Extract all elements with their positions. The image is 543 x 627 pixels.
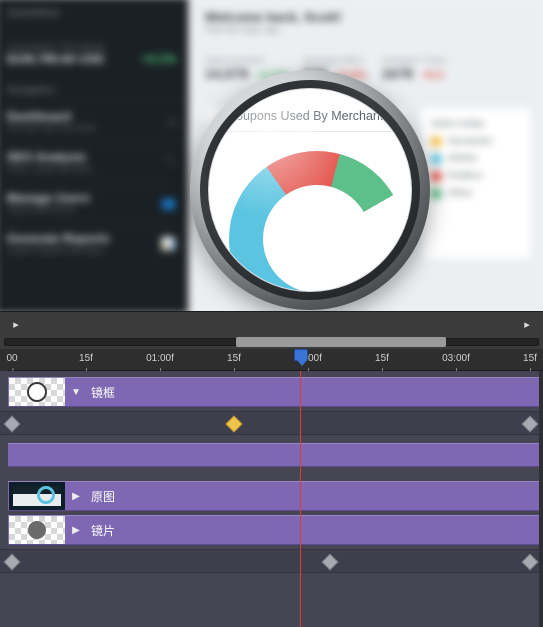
player-scrollbar-thumb[interactable] [236,337,446,347]
keyframe-row[interactable] [0,411,543,435]
ruler-tick: 15f [79,353,93,364]
welcome-title: Welcome back, Scott! [205,9,532,24]
card-title: Coupons Used By Merchant [227,109,393,123]
stat-value: 1678 [381,65,413,81]
ruler-tick: 01:00f [146,353,174,364]
player-next-button[interactable]: ▸ [515,318,539,336]
ruler-tick: 15f [227,353,241,364]
layer-name: 镜片 [83,522,123,539]
legend-item: Other [447,188,473,199]
layer-name: 镜框 [83,384,123,401]
tracks-scrollbar[interactable] [539,371,543,627]
chart-icon: 〽 [164,153,176,170]
legend-item: Redbox [447,170,482,181]
nav-title: Dashboard [7,109,96,123]
panel-right: Sales today Symantec Adobe Redbox Other [420,107,532,260]
timeline-panel: 00 15f 01:00f 15f 02:00f 15f 03:00f 15f ▼ 镜框 ▶ … [0,349,543,627]
nav-heading: Navigation [0,74,188,100]
time-ruler[interactable]: 00 15f 01:00f 15f 02:00f 15f 03:00f 15f [0,349,543,371]
keyframe-diamond-active[interactable] [226,416,243,433]
magnifier-glass: Coupons Used By Merchant [208,88,412,292]
nav-item-users: Manage UsersTeams And Access 👥 [0,182,188,223]
report-icon: 📊 [161,236,176,250]
layer-thumb [9,378,65,406]
nav-item-reports: Generate ReportsCustom Reports And Stats… [0,222,188,263]
nav-sub: Custom Reports And Stats [7,246,110,255]
donut-hole [263,185,371,292]
nav-title: Manage Users [7,191,90,205]
disclosure-open-icon[interactable]: ▼ [69,387,83,398]
legend-item: Symantec [447,136,492,147]
disclosure-closed-icon[interactable]: ▶ [69,525,83,536]
home-icon: ⌂ [169,114,176,128]
keyframe-row[interactable] [0,549,543,573]
users-icon: 👥 [161,195,176,209]
commission-block: Commission This Month $108,789.66 USD +4… [0,34,188,75]
disclosure-closed-icon[interactable]: ▶ [69,491,83,502]
stat-label: Activated 7 Days [381,55,446,65]
layer-bar-yuantu[interactable]: ▶ 原图 [8,481,543,511]
nav-title: Generate Reports [7,231,110,245]
ruler-tick: 02:00f [294,353,322,364]
nav-title: SEO Analysis [7,150,92,164]
magnifier[interactable]: Coupons Used By Merchant [190,70,430,310]
nav-sub: You Can Call This Home [7,123,96,132]
stat-label: Activated Offers [303,55,367,65]
keyframe-diamond[interactable] [4,554,21,571]
stat-change: +8.4 [421,69,443,81]
keyframe-diamond[interactable] [322,554,339,571]
card-divider [227,131,393,132]
player-strip: ▸ ▸ [0,311,543,349]
welcome-sub: Past few days ago [205,24,532,34]
stat-7days: Activated 7 Days 1678 +8.4 [381,55,446,82]
layer-sub-bar[interactable] [8,443,543,467]
nav-sub: Views, Clicks And More [7,164,92,173]
layer-thumb [9,516,65,544]
ruler-tick: 03:00f [442,353,470,364]
ring-icon [27,382,47,402]
donut-chart [229,151,405,292]
dash-sidebar: ninetofive Commission This Month $108,78… [0,0,188,311]
nav-item-dashboard: DashboardYou Can Call This Home ⌂ [0,100,188,141]
layer-thumb [9,482,65,510]
layer-name: 原图 [83,488,123,505]
tracks-area[interactable]: ▼ 镜框 ▶ 原图 ▶ 镜片 [0,371,543,627]
preview-viewport: ninetofive Commission This Month $108,78… [0,0,543,311]
ruler-tick: 15f [523,353,537,364]
nav-sub: Teams And Access [7,205,90,214]
player-prev-button[interactable]: ▸ [4,318,28,336]
ruler-tick: 00 [6,353,17,364]
stat-value: 14,579 [205,65,249,81]
ruler-tick: 15f [375,353,389,364]
legend-item: Adobe [447,153,477,164]
disk-icon [28,521,46,539]
panel-right-title: Sales today [431,118,521,129]
keyframe-diamond[interactable] [4,416,21,433]
stat-label: Deals Activated [205,55,289,65]
brand-logo: ninetofive [0,0,188,34]
keyframe-diamond[interactable] [522,416,539,433]
nav-item-seo: SEO AnalysisViews, Clicks And More 〽 [0,141,188,182]
layer-bar-jingkuang[interactable]: ▼ 镜框 [8,377,543,407]
commission-change: +4.1% [141,52,176,66]
keyframe-diamond[interactable] [522,554,539,571]
commission-label: Commission This Month [7,42,176,52]
layer-bar-jingpian[interactable]: ▶ 镜片 [8,515,543,545]
commission-amount: $108,789.66 USD [7,52,104,66]
magnified-card: Coupons Used By Merchant [209,89,411,291]
